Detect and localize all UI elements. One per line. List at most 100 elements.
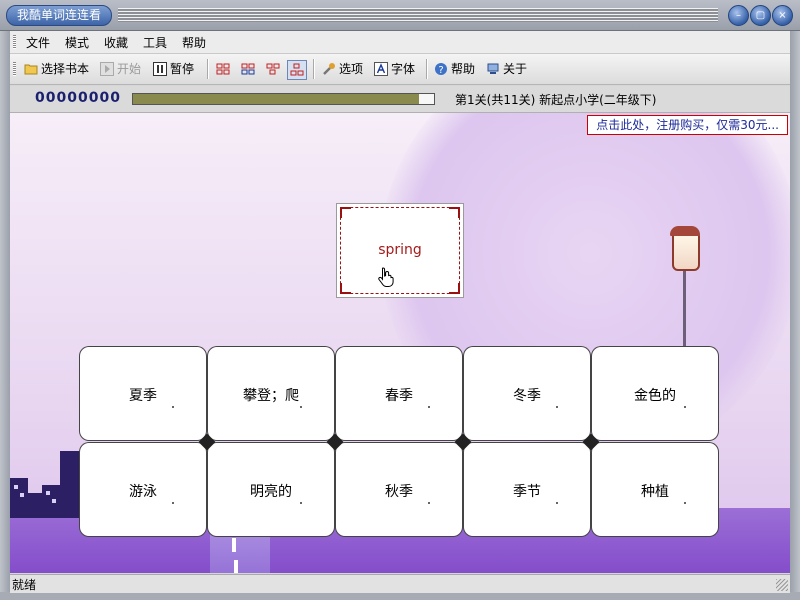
hand-cursor-icon xyxy=(378,267,394,287)
street-lamp-cap xyxy=(670,226,700,236)
close-icon: × xyxy=(778,10,787,21)
play-icon xyxy=(100,62,114,76)
answer-tile[interactable]: 种植 xyxy=(592,443,718,536)
status-text: 就绪 xyxy=(12,578,37,592)
toolbar-separator xyxy=(426,59,428,79)
layout-grid-2-icon[interactable] xyxy=(239,60,257,78)
layout-grid-4-icon[interactable] xyxy=(287,60,307,80)
answer-label: 明亮的 xyxy=(250,484,292,500)
restore-button[interactable]: ▢ xyxy=(750,5,771,26)
answer-tile[interactable]: 春季 xyxy=(336,347,462,440)
answer-label: 夏季 xyxy=(129,388,157,404)
building-silhouette xyxy=(28,493,42,518)
computer-icon xyxy=(487,63,499,74)
tile-mark xyxy=(300,406,302,408)
options-button[interactable]: 选项 xyxy=(322,60,363,78)
building-window xyxy=(52,499,56,503)
register-link[interactable]: 点击此处，注册购买，仅需30元... xyxy=(587,115,788,135)
close-button[interactable]: × xyxy=(772,5,793,26)
font-label: 字体 xyxy=(391,62,416,76)
answer-tile[interactable]: 夏季 xyxy=(80,347,206,440)
answer-tile[interactable]: 明亮的 xyxy=(208,443,334,536)
tile-mark xyxy=(300,502,302,504)
options-label: 选项 xyxy=(339,62,364,76)
toolbar-separator xyxy=(207,59,209,79)
font-button[interactable]: 字体 xyxy=(374,60,415,78)
restore-icon: ▢ xyxy=(755,10,766,21)
toolbar-separator xyxy=(313,59,315,79)
building-silhouette xyxy=(10,478,28,518)
tile-mark xyxy=(428,406,430,408)
tile-mark xyxy=(556,502,558,504)
building-silhouette xyxy=(60,451,82,518)
layout-grid-3-icon[interactable] xyxy=(264,60,282,78)
building-silhouette xyxy=(42,485,60,518)
tile-mark xyxy=(556,406,558,408)
start-button[interactable]: 开始 xyxy=(100,60,141,78)
layout-grid-1-icon[interactable] xyxy=(214,60,232,78)
game-status-row: 00000000 第1关(共11关) 新起点小学(二年级下) xyxy=(10,86,790,113)
about-label: 关于 xyxy=(503,62,528,76)
about-button[interactable]: 关于 xyxy=(486,60,527,78)
menu-file[interactable]: 文件 xyxy=(26,34,50,51)
help-button[interactable]: ? 帮助 xyxy=(434,60,475,78)
target-card-corner xyxy=(340,207,351,218)
font-icon xyxy=(374,62,388,76)
toolbar: 选择书本 开始 暂停 选项 字体 ? 帮助 关于 xyxy=(10,54,790,85)
tile-mark xyxy=(684,502,686,504)
building-window xyxy=(20,493,24,497)
menu-grip-icon xyxy=(13,35,16,49)
building-window xyxy=(14,485,18,489)
window-frame-left xyxy=(0,30,10,600)
title-bar[interactable]: 我酷单词连连看 – ▢ × xyxy=(0,0,800,31)
answer-label: 冬季 xyxy=(513,388,541,404)
road-marking xyxy=(232,538,236,552)
menu-bar: 文件 模式 收藏 工具 帮助 xyxy=(10,31,790,54)
answer-tile[interactable]: 攀登；爬 xyxy=(208,347,334,440)
answer-label: 攀登；爬 xyxy=(243,388,299,404)
answer-tile[interactable]: 金色的 xyxy=(592,347,718,440)
select-book-label: 选择书本 xyxy=(41,62,90,76)
menu-mode[interactable]: 模式 xyxy=(65,34,89,51)
minimize-button[interactable]: – xyxy=(728,5,749,26)
start-label: 开始 xyxy=(117,62,142,76)
time-progress-bar xyxy=(132,93,435,105)
pause-button[interactable]: 暂停 xyxy=(153,60,194,78)
answer-tile[interactable]: 冬季 xyxy=(464,347,590,440)
answer-tile[interactable]: 游泳 xyxy=(80,443,206,536)
folder-icon xyxy=(24,64,38,75)
menu-favorites[interactable]: 收藏 xyxy=(104,34,128,51)
answer-label: 秋季 xyxy=(385,484,413,500)
menu-help[interactable]: 帮助 xyxy=(182,34,206,51)
window-title: 我酷单词连连看 xyxy=(6,5,112,26)
answer-tile[interactable]: 秋季 xyxy=(336,443,462,536)
target-card-corner xyxy=(340,283,351,294)
menu-tools[interactable]: 工具 xyxy=(143,34,167,51)
answer-label: 季节 xyxy=(513,484,541,500)
help-icon: ? xyxy=(435,63,447,76)
help-label: 帮助 xyxy=(451,62,476,76)
svg-text:?: ? xyxy=(438,65,443,76)
target-word: spring xyxy=(378,242,422,258)
answer-tile[interactable]: 季节 xyxy=(464,443,590,536)
pause-icon xyxy=(153,62,167,76)
resize-grip-icon[interactable] xyxy=(776,579,788,591)
title-bar-stripes xyxy=(118,8,718,22)
answer-label: 种植 xyxy=(641,484,669,500)
time-progress-fill xyxy=(133,94,419,104)
building-window xyxy=(46,491,50,495)
tile-mark xyxy=(684,406,686,408)
minimize-icon: – xyxy=(736,10,741,21)
pause-label: 暂停 xyxy=(170,62,195,76)
game-board: 点击此处，注册购买，仅需30元... spring 夏季 攀登；爬 春季 冬季 … xyxy=(10,113,790,573)
target-card-corner xyxy=(449,207,460,218)
answer-label: 游泳 xyxy=(129,484,157,500)
target-card-corner xyxy=(449,283,460,294)
wrench-icon xyxy=(323,63,335,75)
tile-mark xyxy=(172,502,174,504)
street-lamp-pole xyxy=(683,263,686,348)
select-book-button[interactable]: 选择书本 xyxy=(24,60,89,78)
tile-mark xyxy=(172,406,174,408)
target-word-card[interactable]: spring xyxy=(336,203,464,298)
answer-label: 春季 xyxy=(385,388,413,404)
